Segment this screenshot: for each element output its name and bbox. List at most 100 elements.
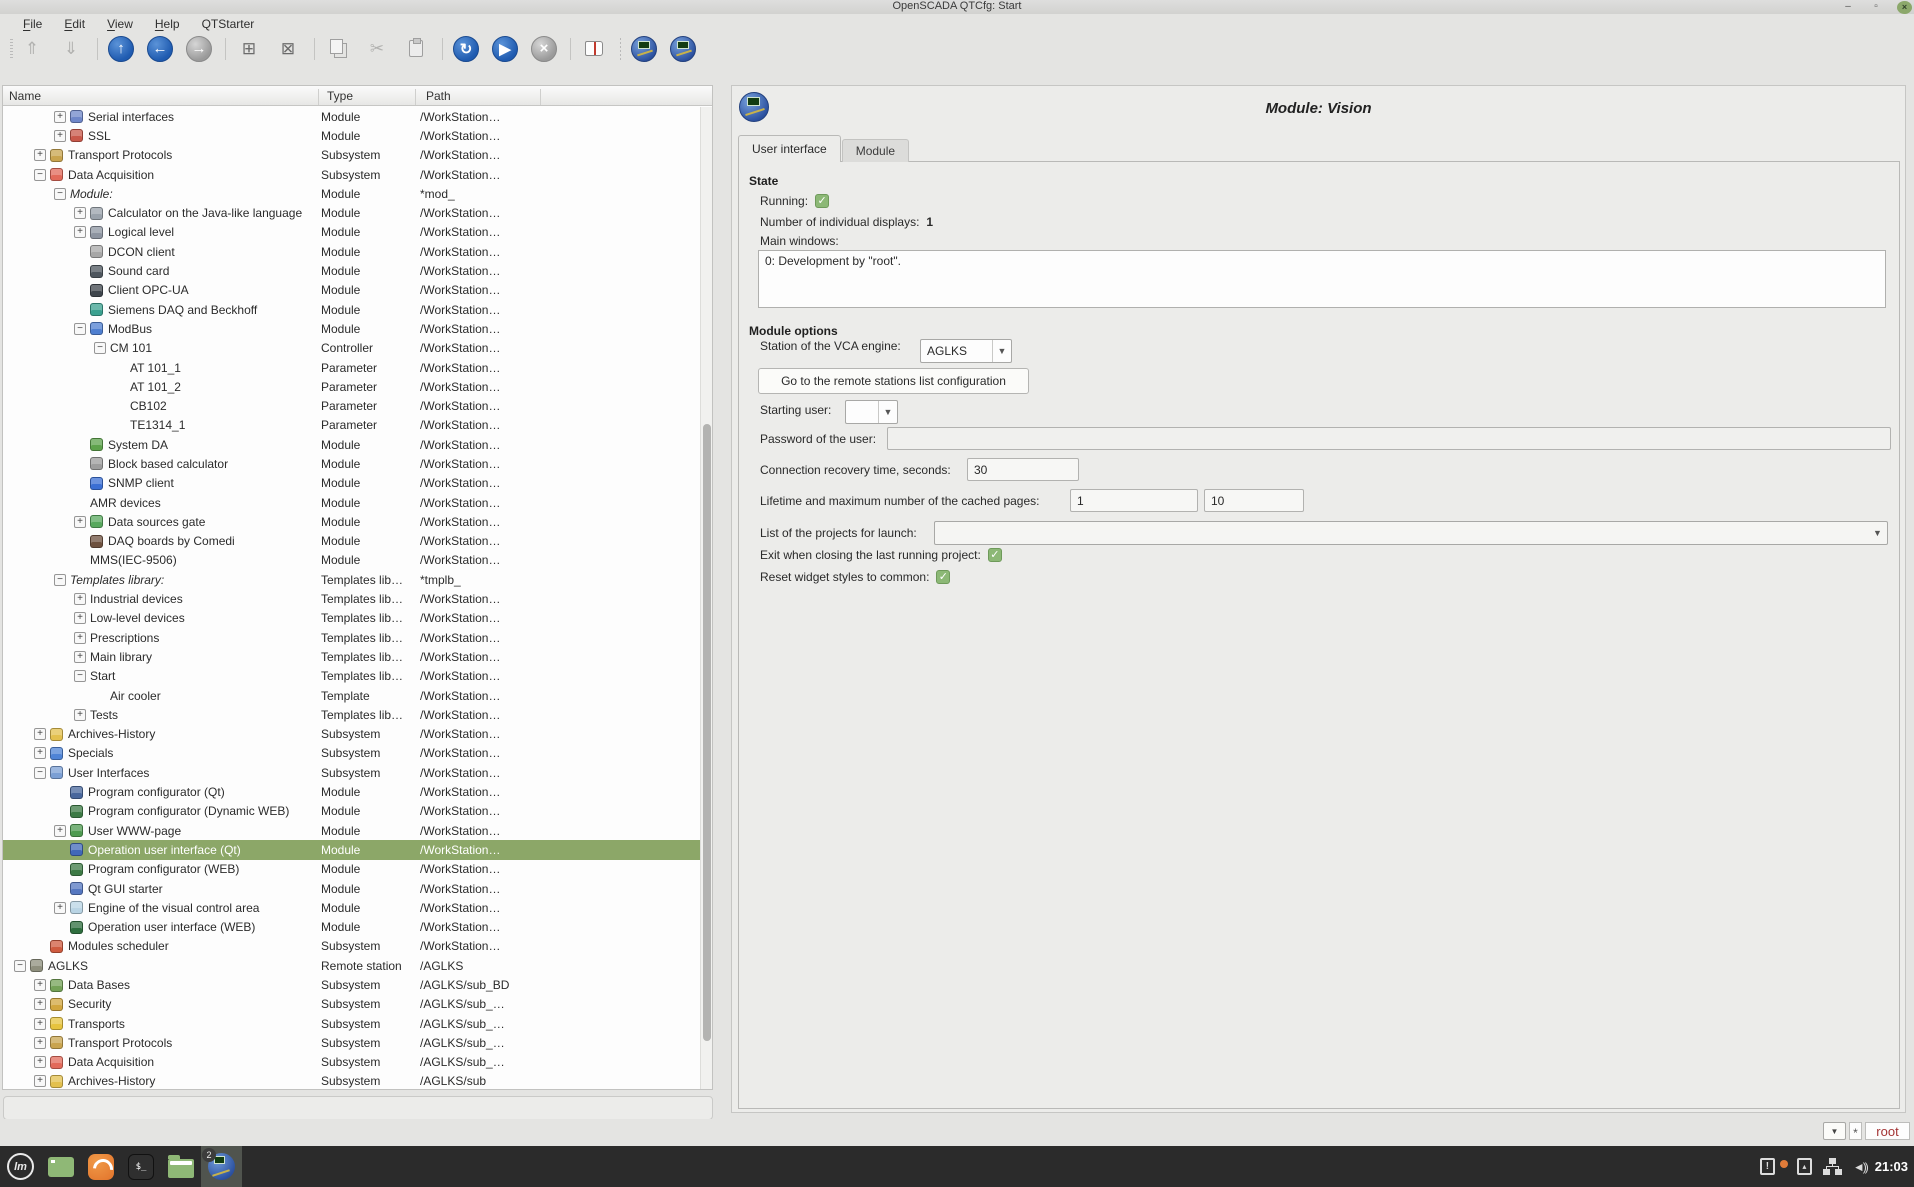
reset-checkbox[interactable]: ✓ <box>936 570 950 584</box>
cache-max-field[interactable] <box>1204 489 1304 512</box>
tree-row[interactable]: Operation user interface (Qt)Module/Work… <box>3 840 701 859</box>
menu-item-file[interactable]: File <box>14 16 51 32</box>
tree-row[interactable]: +Transport ProtocolsSubsystem/AGLKS/sub_… <box>3 1033 701 1052</box>
tree-horizontal-scrollbar[interactable] <box>3 1096 713 1120</box>
cut-button[interactable]: ✂ <box>364 36 390 62</box>
collapse-minus-icon[interactable]: − <box>94 342 106 354</box>
scrollbar-thumb[interactable] <box>703 424 711 1041</box>
forward-button[interactable]: → <box>186 36 212 62</box>
tree-row[interactable]: DCON clientModule/WorkStation… <box>3 242 701 261</box>
maximize-button[interactable]: ▫ <box>1869 0 1883 14</box>
tree-row[interactable]: +Serial interfacesModule/WorkStation… <box>3 107 701 126</box>
tree-row[interactable]: Siemens DAQ and BeckhoffModule/WorkStati… <box>3 300 701 319</box>
driver-manager-tray[interactable]: ▴ <box>1797 1158 1812 1175</box>
expand-plus-icon[interactable]: + <box>34 979 46 991</box>
terminal-launcher[interactable]: $_ <box>121 1146 161 1187</box>
copy-button[interactable] <box>325 36 351 62</box>
tree-row[interactable]: Block based calculatorModule/WorkStation… <box>3 454 701 473</box>
collapse-minus-icon[interactable]: − <box>54 574 66 586</box>
menu-item-edit[interactable]: Edit <box>55 16 94 32</box>
tree-row[interactable]: TE1314_1Parameter/WorkStation… <box>3 416 701 435</box>
tree-row[interactable]: Qt GUI starterModule/WorkStation… <box>3 879 701 898</box>
collapse-minus-icon[interactable]: − <box>74 323 86 335</box>
current-user-badge[interactable]: root <box>1865 1122 1910 1140</box>
expand-plus-icon[interactable]: + <box>34 998 46 1010</box>
projects-combobox[interactable]: ▼ <box>934 521 1888 545</box>
exit-checkbox[interactable]: ✓ <box>988 548 1002 562</box>
tree-row[interactable]: MMS(IEC-9506)Module/WorkStation… <box>3 551 701 570</box>
tree-row[interactable]: −Module:Module*mod_ <box>3 184 701 203</box>
qtstarter-qtcfg-button[interactable] <box>670 36 696 62</box>
tree-row[interactable]: Air coolerTemplate/WorkStation… <box>3 686 701 705</box>
tree-row[interactable]: Client OPC-UAModule/WorkStation… <box>3 281 701 300</box>
tab-module[interactable]: Module <box>842 139 909 162</box>
column-separator[interactable] <box>415 89 416 105</box>
stop-button[interactable]: × <box>531 36 557 62</box>
tree-vertical-scrollbar[interactable] <box>700 107 712 1089</box>
tree-row[interactable]: +Industrial devicesTemplates lib…/WorkSt… <box>3 589 701 608</box>
tree-row[interactable]: Sound cardModule/WorkStation… <box>3 261 701 280</box>
column-header-name[interactable]: Name <box>9 89 41 103</box>
tree-row[interactable]: +PrescriptionsTemplates lib…/WorkStation… <box>3 628 701 647</box>
files-launcher[interactable] <box>161 1146 201 1187</box>
expand-plus-icon[interactable]: + <box>54 825 66 837</box>
collapse-minus-icon[interactable]: − <box>14 960 26 972</box>
tree-row[interactable]: +TestsTemplates lib…/WorkStation… <box>3 705 701 724</box>
expand-plus-icon[interactable]: + <box>34 1056 46 1068</box>
window-titlebar[interactable]: OpenSCADA QTCfg: Start –▫× <box>0 0 1914 14</box>
tree-row[interactable]: −ModBusModule/WorkStation… <box>3 319 701 338</box>
expand-plus-icon[interactable]: + <box>34 1018 46 1030</box>
expand-plus-icon[interactable]: + <box>34 747 46 759</box>
tree-row[interactable]: Program configurator (Dynamic WEB)Module… <box>3 802 701 821</box>
recovery-time-field[interactable] <box>967 458 1079 481</box>
back-button[interactable]: ← <box>147 36 173 62</box>
main-windows-textarea[interactable]: 0: Development by "root". <box>758 250 1886 308</box>
column-separator[interactable] <box>540 89 541 105</box>
tree-row[interactable]: SNMP clientModule/WorkStation… <box>3 474 701 493</box>
load-from-db-button[interactable]: ⇑ <box>19 36 45 62</box>
network-tray[interactable] <box>1823 1158 1842 1175</box>
collapse-minus-icon[interactable]: − <box>34 767 46 779</box>
qtstarter-vision-button[interactable] <box>631 36 657 62</box>
expand-plus-icon[interactable]: + <box>74 709 86 721</box>
expand-plus-icon[interactable]: + <box>34 149 46 161</box>
tree-row[interactable]: +Logical levelModule/WorkStation… <box>3 223 701 242</box>
tree-row[interactable]: +Data AcquisitionSubsystem/AGLKS/sub_… <box>3 1053 701 1072</box>
expand-plus-icon[interactable]: + <box>54 902 66 914</box>
goto-remote-stations-button[interactable]: Go to the remote stations list configura… <box>758 368 1029 394</box>
expand-plus-icon[interactable]: + <box>74 207 86 219</box>
taskbar-clock[interactable]: 21:03 <box>1875 1159 1914 1174</box>
up-button[interactable]: ↑ <box>108 36 134 62</box>
tree-row[interactable]: Operation user interface (WEB)Module/Wor… <box>3 917 701 936</box>
mint-menu-button[interactable]: lm <box>0 1146 41 1187</box>
tree-row[interactable]: −CM 101Controller/WorkStation… <box>3 339 701 358</box>
expand-plus-icon[interactable]: + <box>74 593 86 605</box>
expand-plus-icon[interactable]: + <box>34 728 46 740</box>
tree-row[interactable]: −AGLKSRemote station/AGLKS <box>3 956 701 975</box>
expand-plus-icon[interactable]: + <box>34 1037 46 1049</box>
start-button[interactable]: ▶ <box>492 36 518 62</box>
close-button[interactable]: × <box>1897 1 1912 14</box>
tree-row[interactable]: +Transport ProtocolsSubsystem/WorkStatio… <box>3 146 701 165</box>
tree-row[interactable]: +Engine of the visual control areaModule… <box>3 898 701 917</box>
update-manager-tray[interactable]: ! <box>1760 1158 1775 1175</box>
tree-row[interactable]: +Calculator on the Java-like languageMod… <box>3 203 701 222</box>
tree-row[interactable]: −User InterfacesSubsystem/WorkStation… <box>3 763 701 782</box>
menu-item-qtstarter[interactable]: QTStarter <box>193 16 264 32</box>
tree-row[interactable]: −StartTemplates lib…/WorkStation… <box>3 667 701 686</box>
expand-plus-icon[interactable]: + <box>34 1075 46 1087</box>
tree-row[interactable]: +Main libraryTemplates lib…/WorkStation… <box>3 647 701 666</box>
column-header-type[interactable]: Type <box>327 89 353 103</box>
show-desktop-button[interactable] <box>41 1146 81 1187</box>
tree-row[interactable]: +SecuritySubsystem/AGLKS/sub_… <box>3 995 701 1014</box>
manual-button[interactable] <box>581 36 607 62</box>
column-header-path[interactable]: Path <box>426 89 451 103</box>
expand-plus-icon[interactable]: + <box>74 651 86 663</box>
tree-row[interactable]: +TransportsSubsystem/AGLKS/sub_… <box>3 1014 701 1033</box>
status-dropdown-button[interactable]: ▼ <box>1823 1122 1846 1140</box>
tree-row[interactable]: +SSLModule/WorkStation… <box>3 126 701 145</box>
running-checkbox[interactable]: ✓ <box>815 194 829 208</box>
tree-row[interactable]: Modules schedulerSubsystem/WorkStation… <box>3 937 701 956</box>
menu-item-view[interactable]: View <box>98 16 142 32</box>
tree-row[interactable]: +Data BasesSubsystem/AGLKS/sub_BD <box>3 975 701 994</box>
